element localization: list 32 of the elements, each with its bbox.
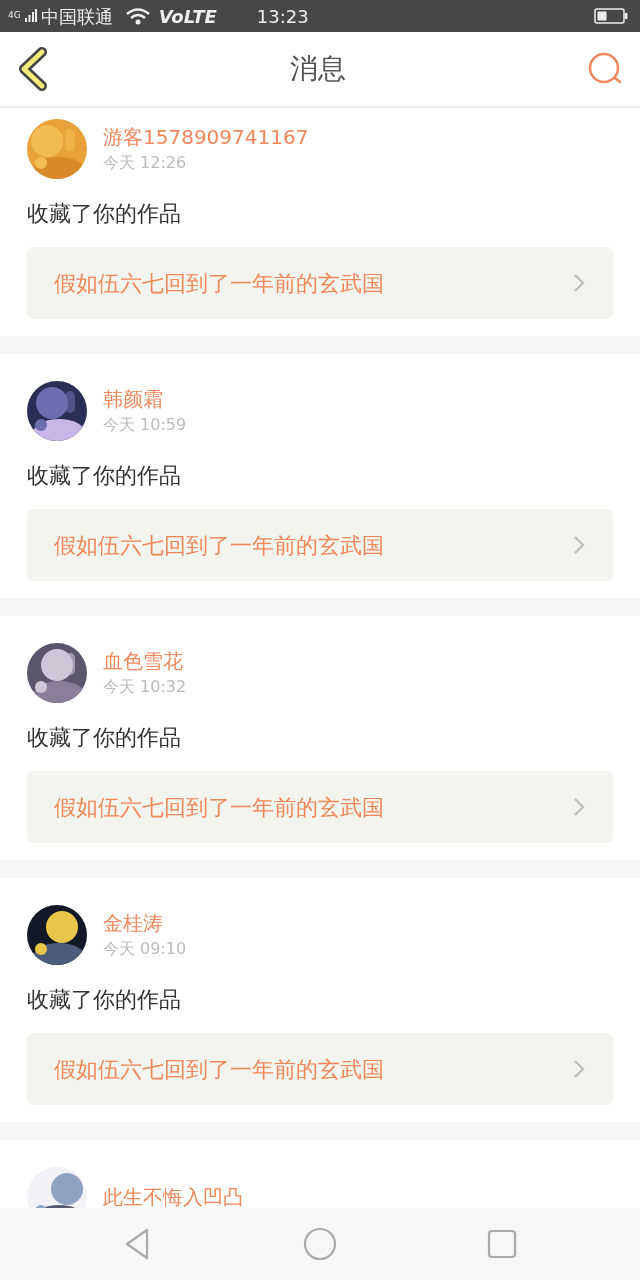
user-name[interactable]: 金桂涛 bbox=[103, 909, 187, 937]
message-time: 今天 09:10 bbox=[103, 938, 187, 960]
chevron-icon bbox=[573, 273, 585, 293]
signal-icon bbox=[24, 8, 37, 24]
user-name[interactable]: 血色雪花 bbox=[103, 647, 187, 675]
battery-icon bbox=[594, 7, 628, 25]
user-name[interactable]: 韩颜霜 bbox=[103, 385, 187, 413]
work-link[interactable]: 假如伍六七回到了一年前的玄武国 bbox=[27, 247, 613, 319]
work-link[interactable]: 假如伍六七回到了一年前的玄武国 bbox=[27, 771, 613, 843]
message-time: 今天 10:32 bbox=[103, 676, 187, 698]
message-text: 收藏了你的作品 bbox=[27, 986, 182, 1014]
work-link[interactable]: 假如伍六七回到了一年前的玄武国 bbox=[27, 509, 613, 581]
user-name[interactable]: 此生不悔入凹凸 bbox=[103, 1183, 243, 1208]
back-icon[interactable] bbox=[16, 47, 50, 91]
page-title: 消息 bbox=[290, 51, 346, 87]
recents-nav-icon[interactable] bbox=[487, 1229, 517, 1259]
volte-label: VoLTE bbox=[158, 4, 217, 29]
wifi-icon bbox=[124, 7, 151, 25]
network-label: 4G bbox=[8, 10, 21, 20]
message-time: 今天 12:26 bbox=[103, 152, 188, 174]
chevron-icon bbox=[573, 535, 585, 555]
message-text: 收藏了你的作品 bbox=[27, 462, 182, 490]
message-text: 收藏了你的作品 bbox=[27, 200, 182, 228]
home-nav-icon[interactable] bbox=[303, 1227, 337, 1261]
chevron-icon bbox=[573, 797, 585, 817]
chevron-icon bbox=[573, 1059, 585, 1079]
work-link[interactable]: 假如伍六七回到了一年前的玄武国 bbox=[27, 1033, 613, 1105]
carrier-name: 中国联通 bbox=[40, 4, 113, 29]
clock: 13:23 bbox=[256, 4, 309, 29]
user-name[interactable]: 游客1578909741167 bbox=[103, 123, 309, 151]
message-text: 收藏了你的作品 bbox=[27, 724, 182, 752]
message-time: 今天 10:59 bbox=[103, 414, 187, 436]
